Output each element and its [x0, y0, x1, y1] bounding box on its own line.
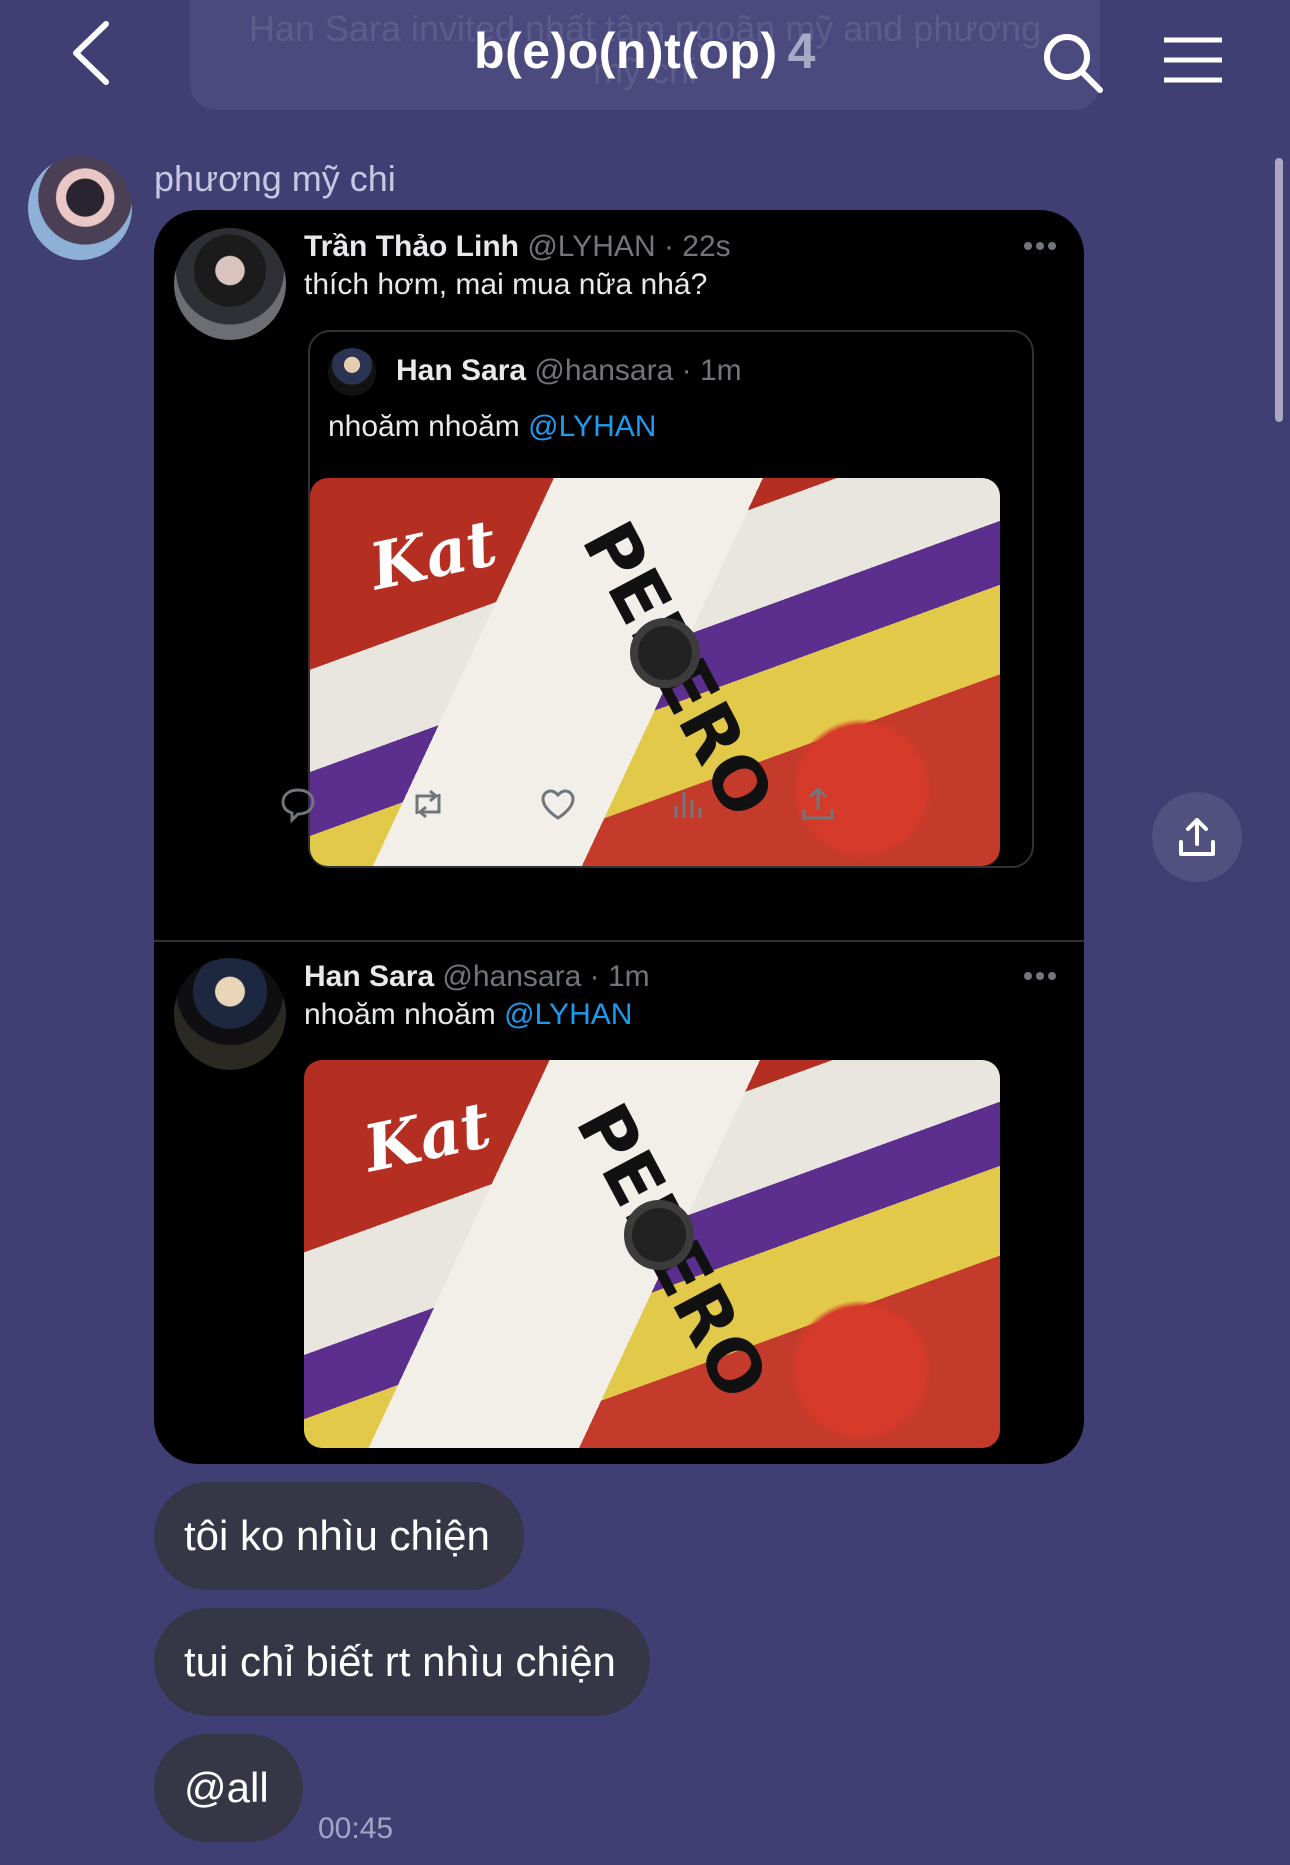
tweet-avatar-sara: [174, 958, 286, 1070]
photo-label-kat: Kat: [363, 505, 504, 606]
message-bubble[interactable]: tôi ko nhìu chiện: [154, 1482, 524, 1590]
snack-photo-2: Kat PEPERO: [304, 1060, 1000, 1448]
quoted-mention: @LYHAN: [528, 410, 657, 443]
tweet1-handle: @LYHAN · 22s: [527, 230, 731, 263]
share-icon: [802, 786, 834, 820]
search-icon[interactable]: [1040, 30, 1106, 96]
tweet-avatar-linh: [174, 228, 286, 340]
analytics-icon: [674, 792, 702, 818]
retweet-icon: [415, 789, 441, 819]
more-icon: [1024, 242, 1056, 250]
cookie-graphic: [624, 1200, 694, 1270]
quoted-text-prefix: nhoăm nhoăm: [328, 410, 529, 443]
tweet1-header: Trần Thảo Linh @LYHAN · 22s: [304, 230, 731, 264]
message-bubble[interactable]: tui chỉ biết rt nhìu chiện: [154, 1608, 650, 1716]
scrollbar[interactable]: [1275, 158, 1283, 422]
quoted-name: Han Sara: [396, 354, 527, 387]
sender-name: phương mỹ chi: [154, 158, 396, 199]
menu-icon[interactable]: [1160, 32, 1226, 88]
cookie-graphic: [630, 618, 700, 688]
message-timestamp: 00:45: [318, 1812, 394, 1845]
tweet2-name: Han Sara: [304, 960, 435, 993]
quoted-avatar: [328, 348, 376, 396]
message-bubble[interactable]: @all: [154, 1734, 303, 1842]
tweet2-header: Han Sara @hansara · 1m: [304, 960, 650, 994]
upload-icon: [1179, 818, 1215, 856]
quoted-header: Han Sara @hansara · 1m: [396, 354, 742, 388]
tweet2-text-prefix: nhoăm nhoăm: [304, 998, 505, 1031]
tweet1-text: thích hơm, mai mua nữa nhá?: [304, 268, 708, 301]
tweet1-name: Trần Thảo Linh: [304, 230, 519, 263]
reply-icon: [281, 788, 315, 824]
quoted-handle: @hansara · 1m: [534, 354, 742, 387]
shared-image[interactable]: Trần Thảo Linh @LYHAN · 22s thích hơm, m…: [154, 210, 1084, 1464]
tweet2-text: nhoăm nhoăm @LYHAN: [304, 998, 632, 1032]
chat-title-text: b(e)o(n)t(op): [474, 23, 778, 79]
member-count: 4: [787, 23, 816, 79]
sender-avatar[interactable]: [28, 156, 132, 260]
tweet-divider: [154, 940, 1084, 942]
tweet2-mention: @LYHAN: [504, 998, 633, 1031]
like-icon: [541, 789, 575, 820]
more-icon: [1024, 972, 1056, 980]
quoted-text: nhoăm nhoăm @LYHAN: [328, 410, 656, 444]
tweet2-handle: @hansara · 1m: [442, 960, 650, 993]
photo-label-kat: Kat: [357, 1087, 498, 1188]
share-button[interactable]: [1152, 792, 1242, 882]
